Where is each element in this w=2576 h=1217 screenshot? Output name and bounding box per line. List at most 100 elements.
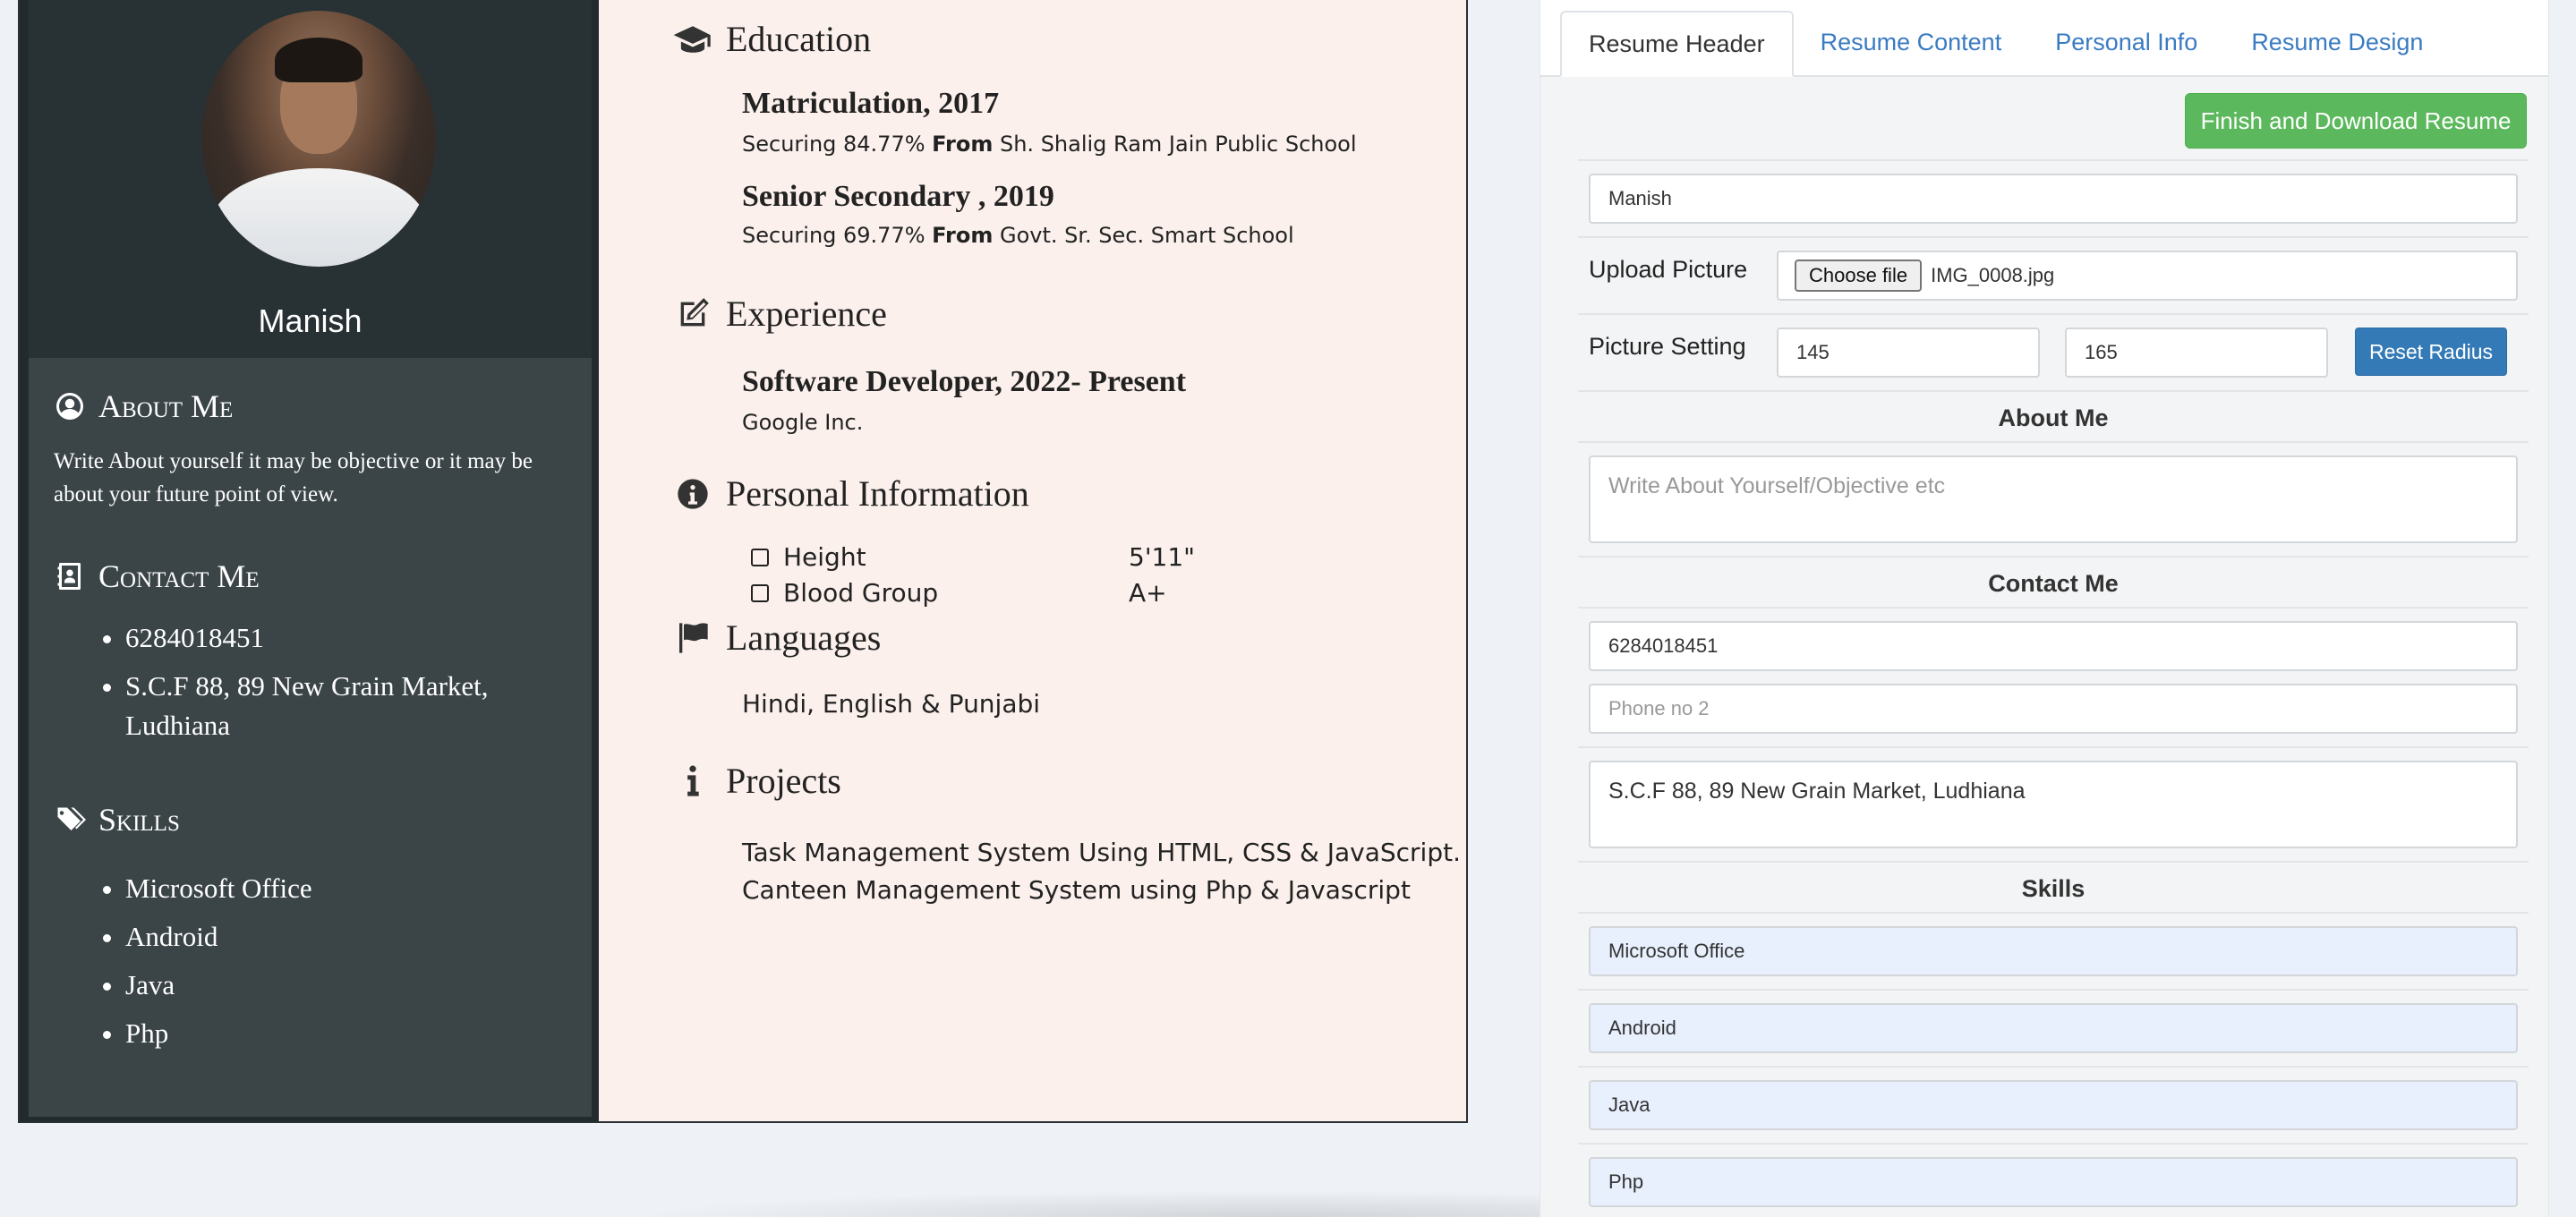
phone2-input[interactable]: Phone no 2: [1589, 684, 2518, 734]
finish-row: Finish and Download Resume: [1578, 79, 2529, 159]
personal-info-heading: Personal Information: [672, 472, 1466, 515]
resume-name: Manish: [258, 302, 363, 339]
contact-me-title: Contact Me: [1578, 556, 2529, 607]
experience-item-company: Google Inc.: [742, 410, 864, 435]
address-textarea[interactable]: S.C.F 88, 89 New Grain Market, Ludhiana: [1589, 761, 2518, 848]
address-row: S.C.F 88, 89 New Grain Market, Ludhiana: [1578, 746, 2529, 861]
project-line: Canteen Management System using Php & Ja…: [742, 875, 1411, 905]
resume-preview: Manish About Me Write About yourself it …: [18, 0, 1468, 1123]
phone1-row: 6284018451: [1578, 607, 2529, 684]
file-input[interactable]: Choose file IMG_0008.jpg: [1777, 251, 2518, 301]
languages-text: Hindi, English & Punjabi: [742, 689, 1041, 719]
education-detail-school: Sh. Shalig Ram Jain Public School: [993, 132, 1357, 157]
education-item-detail: Securing 69.77% From Govt. Sr. Sec. Smar…: [742, 223, 1466, 248]
tab-resume-design[interactable]: Resume Design: [2224, 9, 2450, 75]
about-textarea[interactable]: Write About Yourself/Objective etc: [1589, 455, 2518, 543]
skill-row: Android: [1578, 989, 2529, 1066]
skill-row: Java: [1578, 1066, 2529, 1143]
upload-label: Upload Picture: [1589, 256, 1748, 283]
education-item-title: Matriculation, 2017: [742, 87, 1000, 120]
sidebar-body: About Me Write About yourself it may be …: [29, 358, 592, 1117]
about-heading: About Me: [54, 358, 592, 425]
skills-list: Microsoft Office Android Java Php: [54, 869, 592, 1053]
picture-setting-row: Picture Setting 145 165 Reset Radius: [1578, 313, 2529, 390]
editor-tabs: Resume Header Resume Content Personal In…: [1540, 0, 2548, 77]
projects-heading-text: Projects: [726, 761, 841, 801]
picture-width-input[interactable]: 145: [1777, 328, 2040, 378]
languages-heading: Languages: [672, 617, 1466, 659]
edit-icon: [680, 297, 709, 326]
flag-icon: [679, 622, 708, 653]
skill-input[interactable]: Java: [1589, 1080, 2518, 1130]
skill-item: Android: [125, 917, 592, 957]
education-detail-from: From: [932, 223, 994, 248]
file-name: IMG_0008.jpg: [1931, 264, 2055, 286]
skill-item: Java: [125, 966, 592, 1005]
about-me-title: About Me: [1578, 390, 2529, 441]
user-circle-icon: [56, 393, 83, 420]
reset-radius-button[interactable]: Reset Radius: [2355, 328, 2507, 376]
phone2-row: Phone no 2: [1578, 684, 2529, 746]
education-detail-pre: Securing 69.77%: [742, 223, 933, 248]
tab-resume-content[interactable]: Resume Content: [1794, 9, 2029, 75]
personal-info-label: Height: [783, 542, 866, 572]
picture-setting-label: Picture Setting: [1589, 333, 1746, 360]
about-text: Write About yourself it may be objective…: [54, 449, 533, 506]
resume-header-form: Finish and Download Resume Manish Upload…: [1578, 79, 2529, 1217]
education-item-title: Senior Secondary , 2019: [742, 180, 1054, 213]
tab-personal-info[interactable]: Personal Info: [2028, 9, 2224, 75]
graduation-cap-icon: [673, 25, 711, 53]
tags-icon: [56, 807, 86, 830]
tab-resume-header[interactable]: Resume Header: [1560, 11, 1794, 77]
info-circle-icon: [678, 478, 708, 509]
experience-heading-text: Experience: [726, 294, 887, 334]
skill-input[interactable]: Microsoft Office: [1589, 926, 2518, 976]
avatar: [201, 11, 436, 267]
projects-heading: Projects: [672, 760, 1466, 802]
contact-address: S.C.F 88, 89 New Grain Market, Ludhiana: [125, 667, 591, 745]
checkbox-icon: [751, 549, 769, 566]
personal-info-row: Height 5'11": [751, 540, 1466, 575]
personal-info-row: Blood Group A+: [751, 575, 1466, 611]
education-detail-from: From: [932, 132, 994, 157]
resume-sidebar: Manish About Me Write About yourself it …: [20, 0, 599, 1121]
education-heading: Education: [672, 18, 1466, 60]
skill-item: Php: [125, 1014, 592, 1053]
contact-phone: 6284018451: [125, 618, 591, 658]
contact-heading-text: Contact Me: [98, 558, 260, 594]
contact-list: 6284018451 S.C.F 88, 89 New Grain Market…: [54, 618, 592, 745]
skill-input[interactable]: Php: [1589, 1157, 2518, 1207]
name-row: Manish: [1578, 159, 2529, 236]
experience-heading: Experience: [672, 293, 1466, 335]
languages-heading-text: Languages: [726, 617, 882, 658]
education-heading-text: Education: [726, 19, 872, 59]
skills-heading: Skills: [54, 801, 592, 838]
skills-title: Skills: [1578, 861, 2529, 912]
skills-heading-text: Skills: [98, 802, 180, 838]
info-icon: [687, 765, 699, 796]
name-input[interactable]: Manish: [1589, 174, 2518, 224]
photo-section: Manish: [29, 0, 592, 358]
choose-file-button[interactable]: Choose file: [1795, 260, 1923, 292]
resume-main: Education Matriculation, 2017 Securing 8…: [599, 0, 1466, 1121]
finish-download-button[interactable]: Finish and Download Resume: [2185, 93, 2527, 149]
personal-info-label: Blood Group: [783, 578, 939, 608]
about-heading-text: About Me: [98, 388, 234, 424]
personal-info-value: 5'11": [1129, 542, 1196, 572]
experience-item-title: Software Developer, 2022- Present: [742, 365, 1187, 398]
education-detail-school: Govt. Sr. Sec. Smart School: [993, 223, 1294, 248]
projects-text: Task Management System Using HTML, CSS &…: [742, 834, 1466, 909]
education-item-detail: Securing 84.77% From Sh. Shalig Ram Jain…: [742, 132, 1466, 157]
skill-input[interactable]: Android: [1589, 1003, 2518, 1053]
address-book-icon: [57, 563, 81, 590]
checkbox-icon: [751, 584, 769, 602]
project-line: Task Management System Using HTML, CSS &…: [742, 838, 1461, 867]
picture-height-input[interactable]: 165: [2065, 328, 2328, 378]
skill-row: Microsoft Office: [1578, 912, 2529, 989]
skill-row: Php: [1578, 1143, 2529, 1217]
personal-info-value: A+: [1129, 578, 1167, 608]
phone1-input[interactable]: 6284018451: [1589, 621, 2518, 671]
about-row: Write About Yourself/Objective etc: [1578, 441, 2529, 556]
editor-panel: Resume Header Resume Content Personal In…: [1540, 0, 2549, 1217]
upload-row: Upload Picture Choose file IMG_0008.jpg: [1578, 236, 2529, 313]
